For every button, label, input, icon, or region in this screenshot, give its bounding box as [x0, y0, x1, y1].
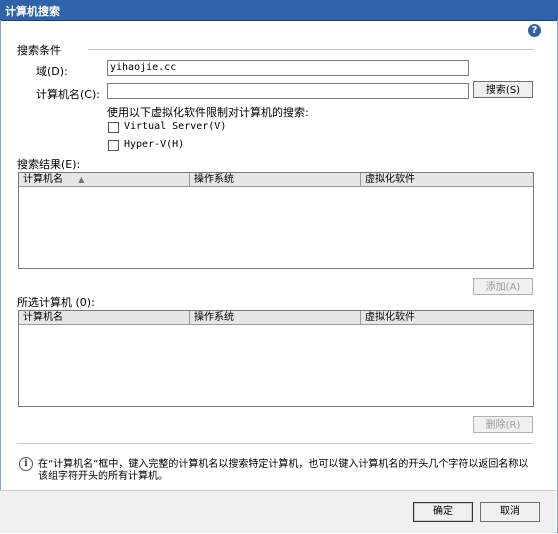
results-col-computer-label: 计算机名 — [23, 174, 63, 185]
results-col-computer[interactable]: 计算机名 ▲ — [19, 173, 190, 186]
results-header: 计算机名 ▲ 操作系统 虚拟化软件 — [19, 173, 533, 187]
legend-divider — [88, 49, 534, 50]
hyper-v-checkbox[interactable] — [108, 140, 119, 151]
results-list[interactable]: 计算机名 ▲ 操作系统 虚拟化软件 — [18, 172, 534, 269]
selected-list[interactable]: 计算机名 操作系统 虚拟化软件 — [18, 310, 534, 407]
results-col-os[interactable]: 操作系统 — [190, 173, 361, 186]
search-button[interactable]: 搜索(S) — [473, 81, 533, 98]
help-icon[interactable]: ? — [528, 24, 541, 37]
info-text-line2: 该组字符开头的所有计算机。 — [38, 471, 168, 482]
domain-input[interactable]: yihaojie.cc — [107, 60, 469, 76]
selected-col-computer[interactable]: 计算机名 — [19, 311, 190, 324]
sort-ascending-icon: ▲ — [78, 175, 85, 184]
results-col-virtualization[interactable]: 虚拟化软件 — [361, 173, 533, 186]
cancel-button[interactable]: 取消 — [480, 502, 540, 522]
computer-name-input[interactable] — [107, 83, 469, 99]
remove-button[interactable]: 删除(R) — [473, 416, 533, 433]
title-bar[interactable]: 计算机搜索 — [0, 0, 558, 21]
selected-header: 计算机名 操作系统 虚拟化软件 — [19, 311, 533, 325]
info-separator — [17, 443, 533, 444]
ok-button[interactable]: 确定 — [413, 502, 473, 522]
domain-label: 域(D): — [36, 65, 68, 78]
add-button[interactable]: 添加(A) — [473, 278, 533, 295]
selected-col-os[interactable]: 操作系统 — [190, 311, 361, 324]
info-icon: i — [19, 457, 33, 471]
selected-label: 所选计算机 (0): — [17, 296, 95, 309]
virtualization-caption: 使用以下虚拟化软件限制对计算机的搜索: — [107, 106, 309, 119]
search-criteria-legend: 搜索条件 — [17, 44, 61, 57]
results-label: 搜索结果(E): — [17, 158, 81, 171]
virtual-server-checkbox[interactable] — [108, 122, 119, 133]
hyper-v-label: Hyper-V(H) — [124, 139, 185, 150]
virtual-server-label: Virtual Server(V) — [124, 121, 227, 132]
window-title: 计算机搜索 — [5, 5, 60, 18]
computer-name-label: 计算机名(C): — [36, 88, 100, 101]
selected-col-virtualization[interactable]: 虚拟化软件 — [361, 311, 533, 324]
